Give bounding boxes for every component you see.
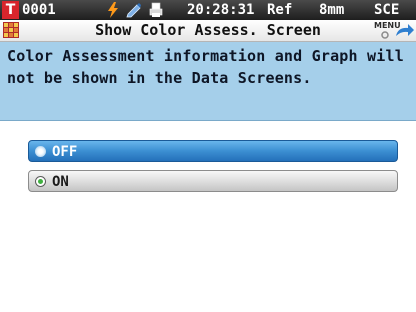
- printer-icon: [149, 2, 163, 17]
- specular-mode: SCE: [374, 2, 400, 18]
- description-panel: Color Assessment information and Graph w…: [0, 42, 416, 121]
- option-off[interactable]: OFF: [28, 140, 398, 162]
- description-text: Color Assessment information and Graph w…: [7, 47, 404, 87]
- radio-icon: [35, 146, 46, 157]
- sample-number: 0001: [22, 2, 56, 18]
- page-title: Show Color Assess. Screen: [95, 21, 321, 39]
- reference-label: Ref: [267, 2, 293, 18]
- options-panel: OFF ON: [0, 121, 416, 312]
- target-badge: T: [2, 1, 19, 19]
- radio-checked-icon: [35, 176, 46, 187]
- status-bar: T 0001 20:28:31 Ref 8mm SCE: [0, 0, 416, 20]
- option-on[interactable]: ON: [28, 170, 398, 192]
- lightning-icon: [108, 2, 118, 18]
- option-label: OFF: [52, 144, 78, 160]
- clock-time: 20:28:31: [187, 2, 255, 18]
- option-label: ON: [52, 174, 69, 190]
- pen-icon: [126, 3, 141, 18]
- title-bar: Show Color Assess. Screen MENU: [0, 20, 416, 42]
- back-arrow-icon: [381, 24, 414, 39]
- aperture-size: 8mm: [319, 2, 345, 18]
- menu-button[interactable]: MENU: [372, 21, 414, 40]
